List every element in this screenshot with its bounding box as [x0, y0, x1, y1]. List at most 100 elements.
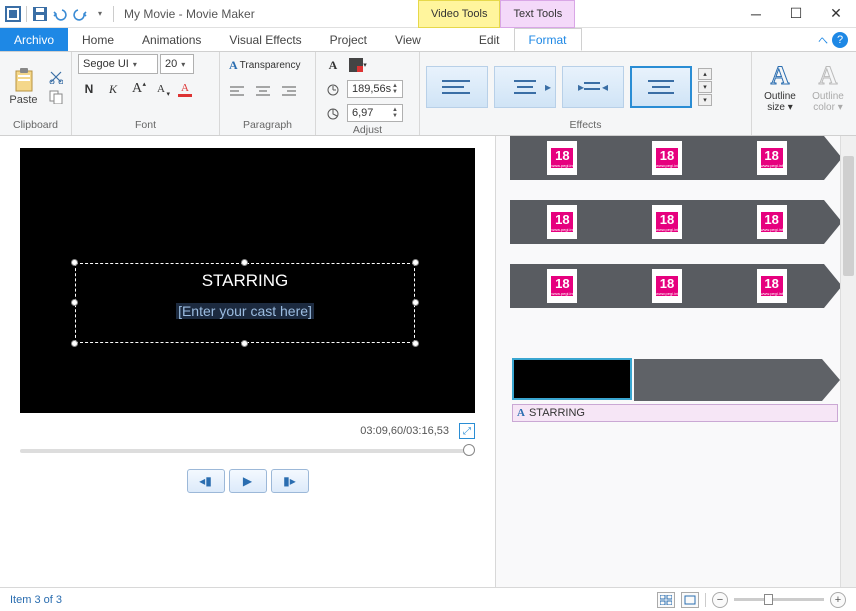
outline-size-button[interactable]: A Outline size ▾ [758, 61, 802, 113]
copy-icon[interactable] [47, 88, 65, 106]
prev-frame-button[interactable]: ◂▮ [187, 469, 225, 493]
text-frame[interactable]: STARRING [Enter your cast here] [75, 263, 415, 343]
font-size-value: 20 [165, 58, 177, 70]
ribbon-group-paragraph: ATransparency Paragraph [220, 52, 316, 135]
play-button[interactable]: ▶ [229, 469, 267, 493]
paste-button[interactable]: Paste [6, 68, 41, 106]
font-color-button[interactable]: A [174, 78, 196, 100]
font-group-label: Font [78, 119, 213, 133]
transparency-label: Transparency [240, 60, 301, 71]
ribbon-group-adjust: A ▾ 189,56s▲▼ 6,97▲▼ Adjust [316, 52, 420, 135]
paragraph-group-label: Paragraph [226, 119, 309, 133]
caption-track[interactable]: A STARRING [512, 404, 838, 422]
clip-row-1[interactable]: 18www.pegi.info 18www.pegi.info 18www.pe… [510, 136, 842, 180]
tab-visual-effects[interactable]: Visual Effects [215, 28, 315, 51]
font-family-combo[interactable]: Segoe UI▾ [78, 54, 158, 74]
font-family-value: Segoe UI [83, 58, 129, 70]
effect-item-3[interactable]: ▸◂ [562, 66, 624, 108]
zoom-in-button[interactable]: + [830, 592, 846, 608]
resize-handle-ml[interactable] [71, 299, 78, 306]
tab-home[interactable]: Home [68, 28, 128, 51]
maximize-button[interactable]: ☐ [776, 0, 816, 28]
title-bar: ▾ My Movie - Movie Maker Video Tools Tex… [0, 0, 856, 28]
app-icon[interactable] [4, 5, 22, 23]
context-tab-video[interactable]: Video Tools [418, 0, 500, 28]
duration-input[interactable]: 6,97▲▼ [347, 104, 403, 122]
resize-handle-bl[interactable] [71, 340, 78, 347]
fullscreen-icon[interactable]: ⤢ [459, 423, 475, 439]
effect-gallery-expand[interactable]: ▾ [698, 94, 712, 106]
preview-canvas[interactable]: STARRING [Enter your cast here] [20, 148, 475, 413]
ribbon-collapse-icon[interactable]: へ [818, 32, 828, 47]
resize-handle-br[interactable] [412, 340, 419, 347]
tab-project[interactable]: Project [316, 28, 381, 51]
minimize-button[interactable]: ─ [736, 0, 776, 28]
qat-dropdown-icon[interactable]: ▾ [91, 5, 109, 23]
tab-edit[interactable]: Edit [465, 28, 514, 51]
cut-icon[interactable] [47, 68, 65, 86]
clip-row-2[interactable]: 18www.pegi.info 18www.pegi.info 18www.pe… [510, 200, 842, 244]
help-icon[interactable]: ? [832, 32, 848, 48]
timeline-scrollbar[interactable] [840, 136, 856, 587]
resize-handle-mr[interactable] [412, 299, 419, 306]
align-left-button[interactable] [226, 80, 248, 102]
help-area: へ ? [818, 28, 856, 51]
title-clip-row[interactable]: A STARRING [510, 358, 842, 402]
zoom-slider[interactable] [734, 598, 824, 601]
tab-animations[interactable]: Animations [128, 28, 215, 51]
clipboard-group-label: Clipboard [6, 119, 65, 133]
shrink-font-button[interactable]: A▾ [150, 78, 172, 100]
title-clip-selected[interactable] [512, 358, 632, 400]
font-size-combo[interactable]: 20▾ [160, 54, 194, 74]
align-center-button[interactable] [252, 80, 274, 102]
resize-handle-tr[interactable] [412, 259, 419, 266]
preview-pane: STARRING [Enter your cast here] 03:09,60… [0, 136, 495, 587]
next-frame-button[interactable]: ▮▸ [271, 469, 309, 493]
start-time-value: 189,56s [352, 83, 391, 95]
effect-scroll-down[interactable]: ▾ [698, 81, 712, 93]
effect-item-2[interactable]: ▸ [494, 66, 556, 108]
scrollbar-thumb[interactable] [843, 156, 854, 276]
context-tab-text[interactable]: Text Tools [500, 0, 575, 28]
tab-view[interactable]: View [381, 28, 435, 51]
edit-text-icon[interactable]: A [322, 54, 344, 76]
ribbon-group-effects: ▸ ▸◂ ▴ ▾ ▾ Effects [420, 52, 752, 135]
effect-scroll-up[interactable]: ▴ [698, 68, 712, 80]
main-area: STARRING [Enter your cast here] 03:09,60… [0, 136, 856, 587]
zoom-thumb[interactable] [764, 594, 773, 605]
clip-thumb: 18www.pegi.info [547, 205, 577, 239]
resize-handle-tm[interactable] [241, 259, 248, 266]
start-time-icon [322, 78, 344, 100]
thumbnail-size-small-icon[interactable] [657, 592, 675, 608]
status-bar: Item 3 of 3 − + [0, 587, 856, 611]
title-clip-tail[interactable] [634, 359, 822, 401]
bold-button[interactable]: N [78, 78, 100, 100]
italic-button[interactable]: K [102, 78, 124, 100]
undo-icon[interactable] [51, 5, 69, 23]
redo-icon[interactable] [71, 5, 89, 23]
tab-format[interactable]: Format [514, 28, 582, 51]
effect-item-4[interactable] [630, 66, 692, 108]
tab-file[interactable]: Archivo [0, 28, 68, 51]
resize-handle-tl[interactable] [71, 259, 78, 266]
clip-row-3[interactable]: 18www.pegi.info 18www.pegi.info 18www.pe… [510, 264, 842, 308]
resize-handle-bm[interactable] [241, 340, 248, 347]
save-icon[interactable] [31, 5, 49, 23]
ribbon-group-font: Segoe UI▾ 20▾ N K A▴ A▾ A Font [72, 52, 220, 135]
grow-font-button[interactable]: A▴ [126, 78, 148, 100]
caption-text: STARRING [529, 407, 585, 419]
start-time-input[interactable]: 189,56s▲▼ [347, 80, 403, 98]
seek-thumb[interactable] [463, 444, 475, 456]
thumbnail-size-large-icon[interactable] [681, 592, 699, 608]
align-right-button[interactable] [278, 80, 300, 102]
background-color-icon[interactable]: ▾ [347, 54, 369, 76]
seek-bar[interactable] [20, 449, 475, 453]
transparency-button[interactable]: ATransparency [226, 54, 303, 76]
zoom-out-button[interactable]: − [712, 592, 728, 608]
close-button[interactable]: ✕ [816, 0, 856, 28]
clip-thumb: 18www.pegi.info [757, 269, 787, 303]
effect-item-1[interactable] [426, 66, 488, 108]
ribbon: Paste Clipboard Segoe UI▾ 20▾ N K A▴ A▾ … [0, 52, 856, 136]
effect-gallery-scroll: ▴ ▾ ▾ [698, 68, 712, 106]
outline-color-button[interactable]: A Outline color ▾ [806, 61, 850, 113]
